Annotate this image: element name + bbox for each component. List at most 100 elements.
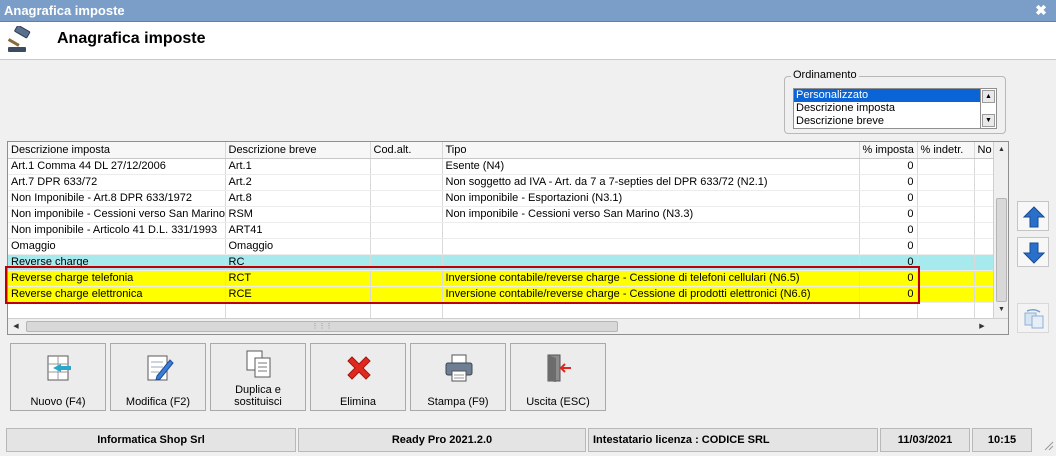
table-row[interactable]: Non imponibile - Articolo 41 D.L. 331/19… [8, 222, 994, 239]
cell-breve: ART41 [225, 222, 371, 239]
status-company: Informatica Shop Srl [6, 428, 296, 452]
cell-codalt [370, 254, 443, 271]
cell-imposta: 0 [859, 158, 918, 175]
duplicate-icon [246, 350, 271, 378]
cell-tipo [442, 302, 860, 319]
cell-no [974, 206, 994, 223]
cell-indetr [917, 174, 975, 191]
cell-indetr [917, 238, 975, 255]
cell-codalt [370, 190, 443, 207]
cell-breve: RCT [225, 270, 371, 287]
cell-codalt [370, 222, 443, 239]
status-time: 10:15 [972, 428, 1032, 452]
cell-indetr [917, 222, 975, 239]
cell-descrizione: Art.7 DPR 633/72 [8, 174, 226, 191]
edit-button[interactable]: Modifica (F2) [110, 343, 206, 411]
cell-descrizione: Reverse charge elettronica [8, 286, 226, 303]
table-row[interactable]: Art.7 DPR 633/72 Art.2 Non soggetto ad IVA… [8, 174, 994, 191]
cell-imposta: 0 [859, 238, 918, 255]
cell-imposta: 0 [859, 190, 918, 207]
cell-descrizione: Non Imponibile - Art.8 DPR 633/1972 [8, 190, 226, 207]
cell-descrizione: Non imponibile - Articolo 41 D.L. 331/19… [8, 222, 226, 239]
cell-no [974, 254, 994, 271]
scroll-down-icon[interactable]: ▼ [982, 114, 995, 127]
window-titlebar: Anagrafica imposte ✖ [0, 0, 1056, 22]
new-record-icon [47, 355, 71, 381]
duplicate-button-label-line1: Duplica e [235, 384, 281, 396]
cell-codalt [370, 158, 443, 175]
table-row[interactable]: Non imponibile - Cessioni verso San Mari… [8, 206, 994, 223]
grid-horizontal-scrollbar[interactable]: ◀ ⋮⋮⋮ ▶ [8, 318, 1008, 334]
cell-descrizione [8, 302, 226, 319]
scroll-left-icon[interactable]: ◀ [9, 320, 23, 333]
duplicate-button[interactable]: Duplica e sostituisci [210, 343, 306, 411]
col-header-no[interactable]: No [974, 142, 994, 159]
cell-descrizione: Omaggio [8, 238, 226, 255]
table-row[interactable]: Reverse charge RC 0 [8, 254, 994, 271]
table-row[interactable]: Art.1 Comma 44 DL 27/12/2006 Art.1 Esente … [8, 158, 994, 175]
col-header-imposta[interactable]: % imposta [859, 142, 918, 159]
sort-order-label: Ordinamento [791, 69, 859, 81]
sort-option-personalizzato[interactable]: Personalizzato [794, 89, 980, 102]
cell-no [974, 158, 994, 175]
gavel-icon [7, 26, 31, 52]
table-row[interactable]: Reverse charge elettronica RCE Inversione … [8, 286, 994, 303]
col-header-codalt[interactable]: Cod.alt. [370, 142, 443, 159]
refresh-button[interactable] [1017, 303, 1049, 333]
move-up-button[interactable] [1017, 201, 1049, 231]
cell-tipo: Non imponibile - Esportazioni (N3.1) [442, 190, 860, 207]
table-row[interactable]: Omaggio Omaggio 0 [8, 238, 994, 255]
close-icon[interactable]: ✖ [1032, 2, 1050, 19]
page-title: Anagrafica imposte [57, 30, 206, 47]
grid-vertical-scrollbar[interactable]: ▲ ▼ [993, 142, 1008, 318]
scroll-thumb[interactable] [996, 198, 1007, 302]
scroll-right-icon[interactable]: ▶ [975, 320, 989, 333]
cell-imposta: 0 [859, 174, 918, 191]
col-header-descrizione[interactable]: Descrizione imposta [8, 142, 226, 159]
scroll-down-icon[interactable]: ▼ [995, 303, 1008, 317]
col-header-tipo[interactable]: Tipo [442, 142, 860, 159]
new-button[interactable]: Nuovo (F4) [10, 343, 106, 411]
print-button-label: Stampa (F9) [427, 396, 489, 408]
sort-order-listbox[interactable]: Personalizzato Descrizione imposta Descr… [793, 88, 981, 129]
cell-imposta [859, 302, 918, 319]
cell-breve: RSM [225, 206, 371, 223]
cell-indetr [917, 286, 975, 303]
exit-button-label: Uscita (ESC) [526, 396, 590, 408]
edit-button-label: Modifica (F2) [125, 396, 191, 408]
cell-tipo: Inversione contabile/reverse charge - Ce… [442, 270, 860, 287]
print-button[interactable]: Stampa (F9) [410, 343, 506, 411]
table-row[interactable]: Non Imponibile - Art.8 DPR 633/1972 Art.8… [8, 190, 994, 207]
sort-order-group: Ordinamento Personalizzato Descrizione i… [784, 69, 1006, 134]
new-button-label: Nuovo (F4) [30, 396, 86, 408]
cell-codalt [370, 286, 443, 303]
sort-option-descrizione-breve[interactable]: Descrizione breve [794, 115, 980, 128]
exit-button[interactable]: Uscita (ESC) [510, 343, 606, 411]
resize-grip-icon[interactable] [1043, 440, 1054, 452]
cell-codalt [370, 174, 443, 191]
col-header-indetr[interactable]: % indetr. [917, 142, 975, 159]
cell-descrizione: Non imponibile - Cessioni verso San Mari… [8, 206, 226, 223]
cell-no [974, 302, 994, 319]
delete-button[interactable]: Elimina [310, 343, 406, 411]
sort-order-scrollbar[interactable]: ▲ ▼ [981, 88, 997, 129]
scroll-up-icon[interactable]: ▲ [995, 143, 1008, 157]
cell-imposta: 0 [859, 254, 918, 271]
sort-option-descrizione-imposta[interactable]: Descrizione imposta [794, 102, 980, 115]
window-title: Anagrafica imposte [4, 3, 125, 18]
cell-breve: Omaggio [225, 238, 371, 255]
cell-indetr [917, 302, 975, 319]
cell-tipo: Non soggetto ad IVA - Art. da 7 a 7-sept… [442, 174, 860, 191]
move-down-button[interactable] [1017, 237, 1049, 267]
table-row[interactable]: Reverse charge telefonia RCT Inversione co… [8, 270, 994, 287]
page-header: Anagrafica imposte [0, 22, 1056, 60]
cell-descrizione: Art.1 Comma 44 DL 27/12/2006 [8, 158, 226, 175]
col-header-breve[interactable]: Descrizione breve [225, 142, 371, 159]
table-row[interactable] [8, 302, 994, 319]
scroll-thumb[interactable]: ⋮⋮⋮ [26, 321, 618, 332]
cell-codalt [370, 238, 443, 255]
cell-tipo: Esente (N4) [442, 158, 860, 175]
cell-codalt [370, 206, 443, 223]
scroll-up-icon[interactable]: ▲ [982, 90, 995, 103]
cell-no [974, 222, 994, 239]
